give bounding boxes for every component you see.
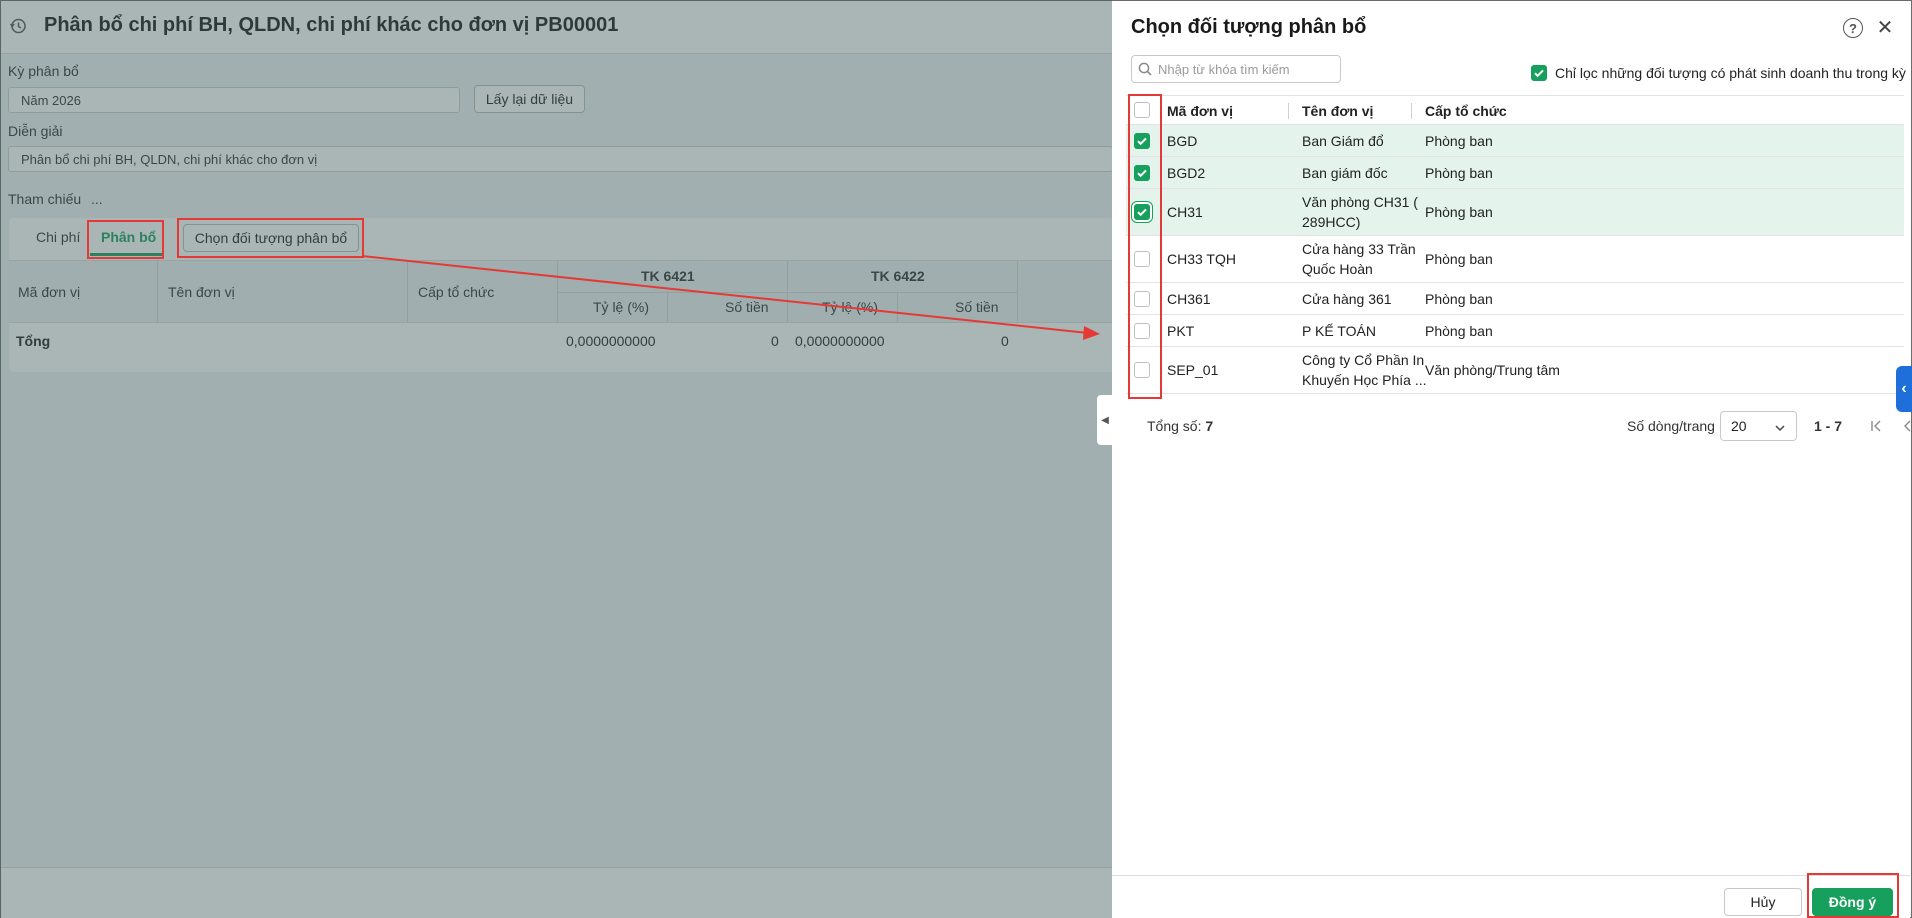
choose-allocation-panel: Chọn đối tượng phân bổ ? ✕ Chỉ lọc những… [1112, 0, 1912, 918]
modal-overlay[interactable] [0, 0, 1112, 918]
cell-name: Văn phòng CH31 ( 289HCC) [1302, 194, 1418, 230]
row-checkbox-cell [1126, 157, 1158, 188]
total-count-label: Tổng số: [1147, 418, 1202, 434]
row-checkbox-cell [1126, 283, 1158, 314]
table-row[interactable]: BGD Ban Giám đổ Phòng ban [1126, 125, 1904, 157]
revenue-filter-checkbox[interactable] [1531, 65, 1547, 81]
cell-name: Cửa hàng 361 [1302, 290, 1392, 307]
select-all-cell [1126, 96, 1158, 124]
cell-name: Cửa hàng 33 Trần Quốc Hoàn [1302, 241, 1416, 277]
row-checkbox-cell [1126, 315, 1158, 346]
cell-code: PKT [1167, 322, 1195, 339]
row-checkbox-cell [1126, 236, 1158, 282]
page-range: 1 - 7 [1814, 418, 1843, 434]
row-checkbox-cell [1126, 189, 1158, 235]
row-checkbox[interactable] [1134, 362, 1150, 378]
cell-name: Công ty Cổ Phần In Khuyến Học Phía ... [1302, 352, 1427, 388]
check-icon [1137, 208, 1147, 217]
cell-level: Phòng ban [1425, 290, 1493, 307]
table-row[interactable]: CH31 Văn phòng CH31 ( 289HCC) Phòng ban [1126, 189, 1904, 236]
cell-code: CH31 [1167, 204, 1203, 220]
table-row[interactable]: CH33 TQH Cửa hàng 33 Trần Quốc Hoàn Phòng … [1126, 236, 1904, 283]
table-row[interactable]: PKT P KẾ TOÁN Phòng ban [1126, 315, 1904, 347]
check-icon [1137, 137, 1147, 145]
cell-code: CH361 [1167, 290, 1211, 307]
row-checkbox[interactable] [1134, 251, 1150, 267]
col-header-level: Cấp tổ chức [1425, 103, 1507, 119]
expand-left-icon[interactable]: ‹ [1896, 366, 1912, 412]
total-count-value: 7 [1205, 418, 1214, 434]
cell-name: Ban Giám đổ [1302, 132, 1384, 149]
panel-footer: Hủy Đồng ý [1112, 875, 1910, 918]
table-row[interactable]: CH361 Cửa hàng 361 Phòng ban [1126, 283, 1904, 315]
select-all-checkbox[interactable] [1134, 102, 1150, 118]
unit-grid-header: Mã đơn vị Tên đơn vị Cấp tổ chức [1126, 95, 1904, 125]
cell-name: Ban giám đốc [1302, 164, 1388, 181]
col-header-code: Mã đơn vị [1167, 103, 1233, 119]
cell-code: BGD [1167, 132, 1198, 149]
close-icon[interactable]: ✕ [1875, 16, 1895, 39]
chevron-down-icon [1774, 421, 1786, 437]
cell-level: Văn phòng/Trung tâm [1425, 362, 1560, 378]
rows-per-page-label: Số dòng/trang [1627, 418, 1715, 434]
search-input[interactable] [1158, 61, 1336, 77]
unit-grid: Mã đơn vị Tên đơn vị Cấp tổ chức BGD Ban … [1126, 95, 1904, 394]
header-separator [1288, 103, 1289, 119]
cell-level: Phòng ban [1425, 204, 1493, 220]
row-checkbox[interactable] [1134, 164, 1150, 181]
unit-grid-body: BGD Ban Giám đổ Phòng ban BGD2 Ban giám đốc P… [1126, 125, 1904, 394]
cell-level: Phòng ban [1425, 132, 1493, 149]
table-row[interactable]: SEP_01 Công ty Cổ Phần In Khuyến Học Phía… [1126, 347, 1904, 394]
cell-level: Phòng ban [1425, 322, 1493, 339]
panel-title: Chọn đối tượng phân bổ [1131, 16, 1367, 38]
prev-page-icon[interactable] [1899, 417, 1912, 435]
revenue-filter[interactable]: Chỉ lọc những đối tượng có phát sinh doa… [1531, 65, 1906, 81]
header-separator [1411, 103, 1412, 119]
total-count: Tổng số: 7 [1147, 418, 1213, 434]
ok-button[interactable]: Đồng ý [1812, 888, 1893, 916]
row-checkbox-cell [1126, 125, 1158, 156]
cell-name: P KẾ TOÁN [1302, 322, 1376, 339]
col-header-name: Tên đơn vị [1302, 103, 1374, 119]
row-checkbox[interactable] [1134, 204, 1150, 220]
row-checkbox[interactable] [1134, 290, 1150, 307]
search-box[interactable] [1131, 55, 1341, 83]
pagination: Tổng số: 7 Số dòng/trang 20 1 - 7 [1147, 411, 1911, 441]
first-page-icon[interactable] [1867, 417, 1885, 435]
revenue-filter-label: Chỉ lọc những đối tượng có phát sinh doa… [1555, 65, 1906, 81]
row-checkbox-cell [1126, 347, 1158, 393]
cell-level: Phòng ban [1425, 251, 1493, 267]
cell-level: Phòng ban [1425, 164, 1493, 181]
table-row[interactable]: BGD2 Ban giám đốc Phòng ban [1126, 157, 1904, 189]
check-icon [1534, 69, 1544, 78]
rows-per-page-value: 20 [1731, 418, 1747, 434]
cancel-button[interactable]: Hủy [1724, 888, 1802, 916]
search-icon [1132, 56, 1158, 82]
rows-per-page-select[interactable]: 20 [1720, 411, 1797, 441]
cell-code: SEP_01 [1167, 362, 1219, 378]
cell-code: BGD2 [1167, 164, 1206, 181]
help-icon[interactable]: ? [1843, 18, 1863, 38]
row-checkbox[interactable] [1134, 322, 1150, 339]
row-checkbox[interactable] [1134, 132, 1150, 149]
check-icon [1137, 169, 1147, 177]
collapse-left-icon[interactable]: ◀ [1097, 395, 1113, 445]
cell-code: CH33 TQH [1167, 251, 1236, 267]
